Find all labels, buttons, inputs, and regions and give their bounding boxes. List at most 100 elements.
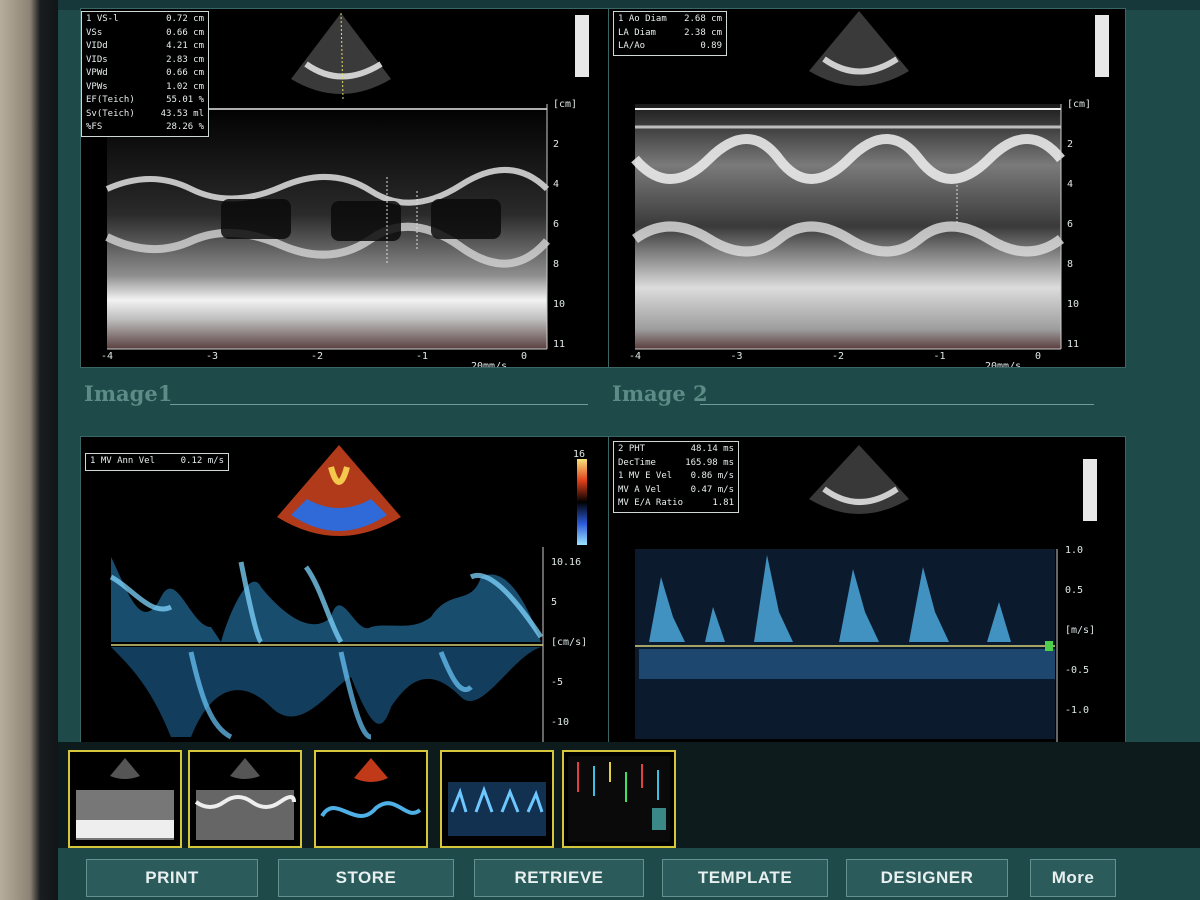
- more-button[interactable]: More: [1030, 859, 1116, 897]
- measurement-label: DecTime: [618, 457, 656, 468]
- thumbnail-m-mode-ao[interactable]: [188, 750, 302, 848]
- retrieve-button[interactable]: RETRIEVE: [474, 859, 644, 897]
- color-bar-max: 16: [573, 449, 586, 460]
- tissue-doppler-image: [109, 445, 587, 743]
- measurement-value: 1.02 cm: [166, 81, 204, 92]
- measurement-value: 0.66 cm: [166, 68, 204, 78]
- scale-tick-label: 1.0: [1065, 545, 1084, 556]
- scale-tick-label: 10: [1067, 299, 1080, 310]
- scale-tick-label: 0.5: [1065, 585, 1084, 596]
- scale-tick-label: 10.16: [551, 557, 582, 568]
- time-tick-label: 0: [1035, 351, 1042, 362]
- measurement-row: MV E/A Ratio 1.81: [618, 497, 734, 511]
- image1-caption-line: [170, 404, 588, 405]
- measurement-row: LA Diam 2.38 cm: [618, 27, 722, 41]
- time-tick-label: -3: [206, 351, 219, 362]
- measurement-label: VIDs: [86, 54, 108, 65]
- measurement-label: VSs: [86, 27, 103, 38]
- scale-tick-label: 11: [1067, 339, 1080, 350]
- measurement-value: 2.38 cm: [684, 27, 722, 38]
- measurement-value: 0.66 cm: [166, 27, 204, 38]
- scale-tick-label: 6: [1067, 219, 1074, 230]
- thumbnail-report[interactable]: [562, 750, 676, 848]
- scale-tick-label: [m/s]: [1065, 625, 1096, 636]
- scale-tick-label: -1.0: [1065, 705, 1090, 716]
- measurement-value: 0.47 m/s: [690, 484, 734, 495]
- scale-tick-label: 4: [553, 179, 560, 190]
- measurement-value: 165.98 ms: [685, 457, 734, 468]
- m-mode-ao-measurements: 1 Ao Diam 2.68 cm LA Diam 2.38 cm LA/Ao 0.89: [613, 11, 727, 56]
- thumbnail-color-doppler[interactable]: [314, 750, 428, 848]
- measurement-label: 1 MV E Vel: [618, 471, 673, 481]
- measurement-row: 1 Ao Diam 2.68 cm: [618, 13, 722, 27]
- measurement-row: MV A Vel 0.47 m/s: [618, 484, 734, 498]
- time-tick-label: -4: [629, 351, 642, 362]
- measurement-label: 1 VS-l: [86, 14, 119, 24]
- measurement-label: VPWd: [86, 68, 108, 78]
- scale-tick-label: [cm/s]: [551, 637, 588, 648]
- image1-caption: Image1: [84, 381, 173, 406]
- measurement-label: EF(Teich): [86, 95, 135, 105]
- sweep-speed-label: 20mm/s: [985, 361, 1022, 368]
- scale-tick-label: 5: [551, 597, 558, 608]
- scale-tick-label: 2: [553, 139, 560, 150]
- scale-tick-label: 10: [553, 299, 566, 310]
- measurement-row: LA/Ao 0.89: [618, 40, 722, 54]
- measurement-label: LA Diam: [618, 27, 656, 38]
- scale-tick-label: 11: [553, 339, 566, 350]
- print-button[interactable]: PRINT: [86, 859, 258, 897]
- measurement-value: 4.21 cm: [166, 41, 204, 51]
- image2-caption-line: [700, 404, 1094, 405]
- scale-tick-label: [cm]: [553, 99, 578, 110]
- measurement-row: VPWd 0.66 cm: [86, 67, 204, 81]
- m-mode-lv-measurements: 1 VS-l 0.72 cm VSs 0.66 cm VIDd 4.21 cm VIDs 2.…: [81, 11, 209, 137]
- scale-tick-label: -0.5: [1065, 665, 1090, 676]
- scale-tick-label: 8: [553, 259, 560, 270]
- pw-doppler-measurements: 2 PHT 48.14 ms DecTime 165.98 ms 1 MV E Vel 0…: [613, 441, 739, 513]
- measurement-value: 1.81: [712, 498, 734, 508]
- scale-tick-label: 8: [1067, 259, 1074, 270]
- designer-button[interactable]: DESIGNER: [846, 859, 1008, 897]
- measurement-row: 1 MV Ann Vel 0.12 m/s: [90, 455, 224, 469]
- template-button[interactable]: TEMPLATE: [662, 859, 828, 897]
- store-button[interactable]: STORE: [278, 859, 454, 897]
- scale-tick-label: -10: [551, 717, 570, 728]
- measurement-value: 0.89: [700, 41, 722, 51]
- measurement-row: VPWs 1.02 cm: [86, 81, 204, 95]
- measurement-row: EF(Teich) 55.01 %: [86, 94, 204, 108]
- image2-caption: Image 2: [612, 381, 708, 406]
- measurement-row: 1 MV E Vel 0.86 m/s: [618, 470, 734, 484]
- measurement-value: 0.12 m/s: [180, 456, 224, 466]
- m-mode-ao-panel[interactable]: 1 Ao Diam 2.68 cm LA Diam 2.38 cm LA/Ao 0.89 …: [608, 8, 1126, 368]
- m-mode-ao-image: [631, 11, 1109, 350]
- measurement-row: VIDd 4.21 cm: [86, 40, 204, 54]
- time-tick-label: -1: [416, 351, 429, 362]
- measurement-label: VIDd: [86, 41, 108, 51]
- scale-tick-label: -5: [551, 677, 564, 688]
- measurement-label: MV E/A Ratio: [618, 498, 684, 508]
- measurement-row: 2 PHT 48.14 ms: [618, 443, 734, 457]
- time-tick-label: -4: [101, 351, 114, 362]
- measurement-value: 55.01 %: [166, 95, 204, 105]
- measurement-label: VPWs: [86, 81, 108, 92]
- measurement-value: 2.83 cm: [166, 54, 204, 65]
- sweep-speed-label: 20mm/s: [471, 361, 508, 368]
- measurement-value: 0.72 cm: [166, 14, 204, 24]
- ultrasound-screen: 1 VS-l 0.72 cm VSs 0.66 cm VIDd 4.21 cm VIDs 2.…: [58, 0, 1200, 900]
- tissue-doppler-panel[interactable]: 1 MV Ann Vel 0.12 m/s 10.16 5 [cm/s] -5 -10 1…: [80, 436, 612, 744]
- time-tick-label: -3: [730, 351, 743, 362]
- measurement-value: 28.26 %: [166, 122, 204, 132]
- measurement-row: 1 VS-l 0.72 cm: [86, 13, 204, 27]
- m-mode-lv-panel[interactable]: 1 VS-l 0.72 cm VSs 0.66 cm VIDd 4.21 cm VIDs 2.…: [80, 8, 612, 368]
- time-tick-label: 0: [521, 351, 528, 362]
- measurement-label: 1 MV Ann Vel: [90, 456, 156, 466]
- time-tick-label: -2: [832, 351, 845, 362]
- time-tick-label: -1: [933, 351, 946, 362]
- thumbnail-m-mode-lv[interactable]: [68, 750, 182, 848]
- measurement-row: VIDs 2.83 cm: [86, 54, 204, 68]
- thumbnail-pw-doppler[interactable]: [440, 750, 554, 848]
- pw-doppler-panel[interactable]: 2 PHT 48.14 ms DecTime 165.98 ms 1 MV E Vel 0…: [608, 436, 1126, 744]
- measurement-value: 0.86 m/s: [690, 471, 734, 481]
- measurement-row: DecTime 165.98 ms: [618, 457, 734, 471]
- measurement-label: MV A Vel: [618, 484, 662, 495]
